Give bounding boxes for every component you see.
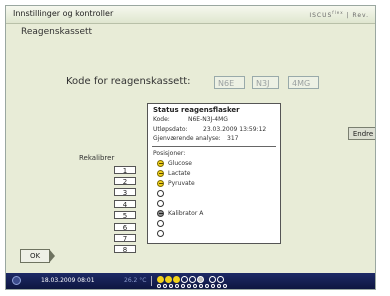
reagent-bottle-icon — [157, 170, 164, 177]
recalibrate-button-3[interactable]: 3 — [114, 188, 136, 197]
code-label: Kode: — [153, 116, 170, 123]
position-5 — [157, 200, 277, 209]
position-name: Glucose — [168, 160, 192, 167]
empty-indicator-icon — [181, 276, 188, 283]
sample-indicator-icon — [163, 284, 167, 288]
reagent-status-panel: Status reagensflasker Kode: N6E-N3J-4MG … — [147, 103, 281, 244]
reagent-indicator-icon — [157, 276, 164, 283]
reagent-indicator-icon — [165, 276, 172, 283]
remaining-value: 317 — [227, 135, 239, 142]
recalibrate-button-4[interactable]: 4 — [114, 200, 136, 209]
expiry-label: Utløpsdato: — [153, 126, 188, 133]
recalibrate-label: Rekalibrer — [79, 154, 115, 162]
window-title: Innstillinger og kontroller — [13, 9, 114, 18]
ok-button[interactable]: OK — [20, 249, 55, 263]
sample-indicator-icon — [205, 284, 209, 288]
panel-divider — [152, 146, 276, 147]
empty-indicator-icon — [217, 276, 224, 283]
kit-code-segment-2[interactable]: N3J — [252, 76, 279, 89]
sample-indicator-icon — [217, 284, 221, 288]
reagent-bottle-icon — [157, 160, 164, 167]
remaining-row: Gjenværende analyse: 317 — [153, 135, 238, 142]
brand-logo: ISCUSflex | Rev. — [309, 10, 369, 19]
recalibrate-button-6[interactable]: 6 — [114, 223, 136, 232]
edit-button[interactable]: Endre — [348, 127, 375, 140]
calibrator-indicator-icon — [197, 276, 204, 283]
expiry-row: Utløpsdato: 23.03.2009 13:59:12 — [153, 126, 266, 133]
position-6: Kalibrator A — [157, 210, 277, 219]
status-datetime: 18.03.2009 08:01 — [41, 277, 95, 284]
reagent-bottle-icon — [157, 180, 164, 187]
empty-slot-icon — [157, 200, 164, 207]
recalibrate-button-8[interactable]: 8 — [114, 245, 136, 254]
position-name: Lactate — [168, 170, 191, 177]
settings-window: Innstillinger og kontroller ISCUSflex | … — [5, 5, 376, 290]
sample-indicator-icon — [175, 284, 179, 288]
kit-code-segment-3[interactable]: 4MG — [288, 76, 319, 89]
position-7 — [157, 220, 277, 229]
position-4 — [157, 190, 277, 199]
status-temperature: 26.2 °C — [124, 277, 147, 284]
sample-indicator-icon — [199, 284, 203, 288]
sample-indicator-icon — [211, 284, 215, 288]
status-divider — [151, 276, 152, 286]
positions-label: Posisjoner: — [153, 150, 186, 157]
empty-indicator-icon — [189, 276, 196, 283]
remaining-label: Gjenværende analyse: — [153, 135, 221, 142]
recalibrate-button-2[interactable]: 2 — [114, 177, 136, 186]
sample-indicator-icon — [157, 284, 161, 288]
reagent-indicator-icon — [173, 276, 180, 283]
code-value: N6E-N3J-4MG — [188, 116, 228, 123]
kit-code-segment-1[interactable]: N6E — [214, 76, 245, 89]
position-name: Kalibrator A — [168, 210, 204, 217]
title-bar: Innstillinger og kontroller ISCUSflex | … — [6, 6, 375, 24]
panel-title: Status reagensflasker — [153, 106, 240, 114]
sample-indicator-icon — [169, 284, 173, 288]
status-bar: 18.03.2009 08:01 26.2 °C — [6, 273, 375, 289]
sample-indicator-icon — [193, 284, 197, 288]
sample-indicator-icon — [181, 284, 185, 288]
position-name: Pyruvate — [168, 180, 195, 187]
position-8 — [157, 230, 277, 239]
recalibrate-button-1[interactable]: 1 — [114, 166, 136, 175]
recalibrate-button-5[interactable]: 5 — [114, 211, 136, 220]
expiry-value: 23.03.2009 13:59:12 — [203, 126, 267, 133]
calibrator-bottle-icon — [157, 210, 164, 217]
empty-slot-icon — [157, 190, 164, 197]
empty-indicator-icon — [209, 276, 216, 283]
sample-indicator-icon — [187, 284, 191, 288]
position-2: Lactate — [157, 170, 277, 179]
empty-slot-icon — [157, 230, 164, 237]
position-3: Pyruvate — [157, 180, 277, 189]
code-row: Kode: N6E-N3J-4MG — [153, 116, 228, 123]
kit-code-label: Kode for reagenskassett: — [66, 76, 191, 87]
empty-slot-icon — [157, 220, 164, 227]
position-1: Glucose — [157, 160, 277, 169]
sample-indicator-icon — [223, 284, 227, 288]
section-title: Reagenskassett — [21, 27, 93, 37]
recalibrate-button-7[interactable]: 7 — [114, 234, 136, 243]
power-icon[interactable] — [12, 276, 21, 285]
